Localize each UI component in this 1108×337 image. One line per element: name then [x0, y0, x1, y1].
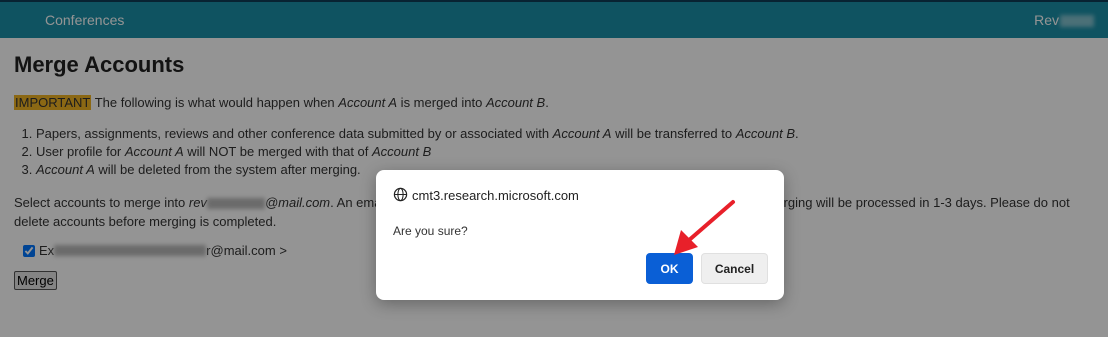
- globe-icon: [393, 187, 408, 202]
- dialog-message: Are you sure?: [393, 224, 468, 238]
- ok-button[interactable]: OK: [646, 253, 693, 284]
- dialog-origin: cmt3.research.microsoft.com: [412, 188, 579, 203]
- cancel-button[interactable]: Cancel: [701, 253, 768, 284]
- confirm-dialog: cmt3.research.microsoft.com Are you sure…: [376, 170, 784, 300]
